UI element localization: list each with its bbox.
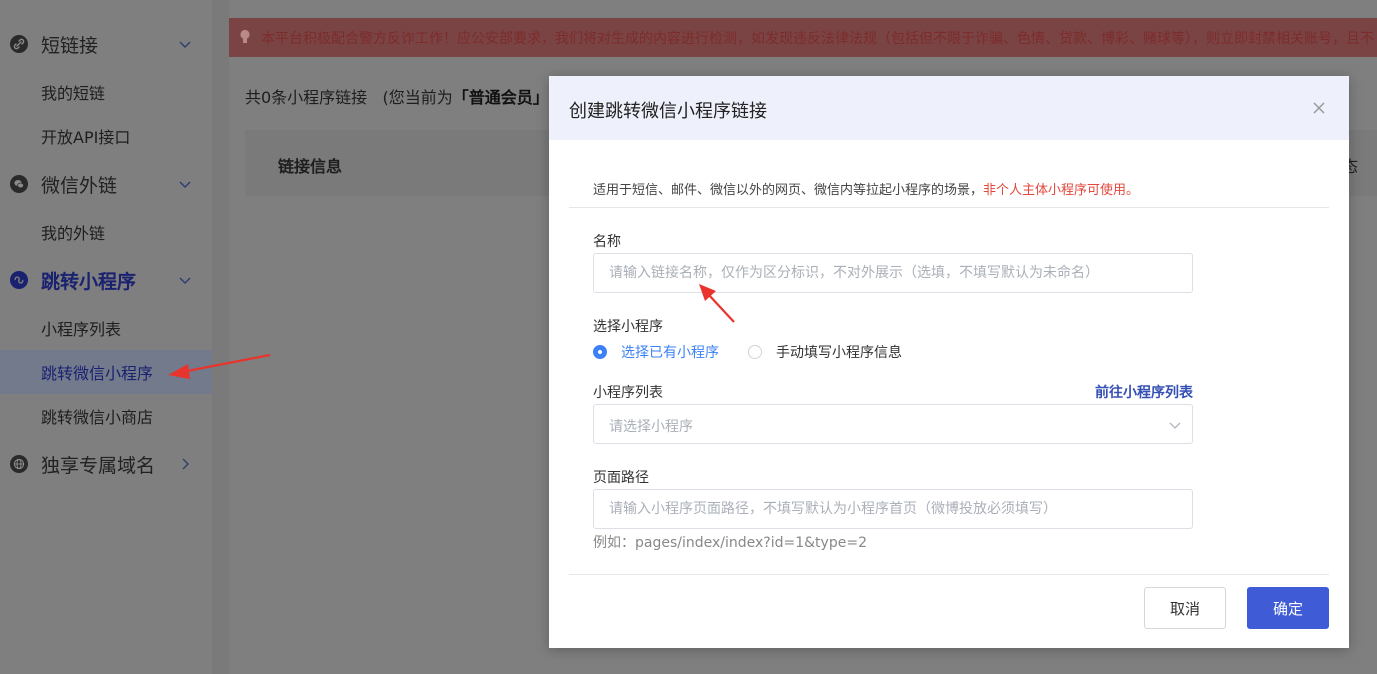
notice-text: 本平台积极配合警方反诈工作！应公安部要求，我们将对生成的内容进行检测，如发现违反…	[261, 30, 1374, 47]
sidebar-item-label: 开放API接口	[41, 128, 131, 147]
menu-group-wechat-link[interactable]: 微信外链	[0, 162, 212, 206]
description-text: 适用于短信、邮件、微信以外的网页、微信内等拉起小程序的场景，	[593, 183, 984, 198]
page-path-hint: 例如：pages/index/index?id=1&type=2	[593, 535, 867, 551]
menu-group-label: 微信外链	[41, 174, 118, 197]
divider	[569, 574, 1329, 575]
radio-dot	[593, 345, 607, 359]
radio-label: 选择已有小程序	[621, 345, 719, 361]
go-to-miniprogram-list-link[interactable]: 前往小程序列表	[1095, 382, 1193, 402]
dialog-header: 创建跳转微信小程序链接	[549, 76, 1349, 140]
create-miniprogram-link-dialog: 创建跳转微信小程序链接 适用于短信、邮件、微信以外的网页、微信内等拉起小程序的场…	[549, 76, 1349, 648]
link-icon	[10, 35, 28, 53]
confirm-button[interactable]: 确定	[1247, 587, 1329, 629]
sidebar-item-my-wechat-links[interactable]: 我的外链	[0, 210, 212, 254]
sidebar-divider	[212, 0, 229, 674]
column-header-link-info: 链接信息	[278, 157, 343, 176]
menu-group-label: 短链接	[41, 34, 99, 57]
radio-label: 手动填写小程序信息	[776, 345, 902, 361]
link-count: 共0条小程序链接	[245, 88, 368, 107]
radio-existing-miniprogram[interactable]: 选择已有小程序	[593, 342, 719, 362]
sidebar-item-jump-wechat-miniprogram[interactable]: 跳转微信小程序	[0, 350, 212, 394]
member-level: 「普通会员」	[452, 88, 549, 107]
divider	[569, 207, 1329, 208]
sidebar: 短链接 我的短链 开放API接口 微信外链 我的外链 跳转小程序 小程序列表 跳…	[0, 0, 212, 674]
chevron-down-icon	[179, 181, 191, 188]
miniprogram-icon	[10, 271, 28, 289]
page-path-input-wrapper	[593, 489, 1193, 529]
radio-manual-miniprogram[interactable]: 手动填写小程序信息	[748, 342, 902, 362]
page-path-input[interactable]	[594, 490, 1192, 528]
menu-group-short-link[interactable]: 短链接	[0, 22, 212, 66]
sidebar-item-label: 小程序列表	[41, 320, 122, 339]
name-input-wrapper	[593, 253, 1193, 293]
name-input[interactable]	[594, 254, 1192, 292]
chevron-right-icon	[182, 458, 189, 470]
menu-group-label: 独享专属域名	[41, 454, 156, 477]
description-warning: 非个人主体小程序可使用。	[983, 183, 1140, 198]
wechat-icon	[10, 175, 28, 193]
notice-banner: 本平台积极配合警方反诈工作！应公安部要求，我们将对生成的内容进行检测，如发现违反…	[229, 18, 1377, 57]
chevron-down-icon	[179, 277, 191, 284]
menu-group-custom-domain[interactable]: 独享专属域名	[0, 442, 212, 486]
dialog-title: 创建跳转微信小程序链接	[569, 101, 767, 122]
sidebar-item-label: 跳转微信小程序	[41, 364, 154, 383]
radio-dot	[748, 345, 762, 359]
miniprogram-select[interactable]: 请选择小程序	[593, 404, 1193, 444]
select-placeholder: 请选择小程序	[609, 419, 693, 435]
sidebar-item-miniprogram-list[interactable]: 小程序列表	[0, 306, 212, 350]
sidebar-item-my-short-links[interactable]: 我的短链	[0, 70, 212, 114]
menu-group-miniprogram[interactable]: 跳转小程序	[0, 258, 212, 302]
menu-group-label: 跳转小程序	[41, 270, 137, 293]
lightbulb-icon	[240, 29, 250, 43]
chevron-down-icon	[1169, 422, 1181, 429]
close-icon[interactable]	[1311, 100, 1327, 116]
sidebar-item-jump-wechat-shop[interactable]: 跳转微信小商店	[0, 394, 212, 438]
chevron-down-icon	[179, 41, 191, 48]
page-path-label: 页面路径	[593, 470, 649, 486]
member-prefix: (您当前为	[382, 88, 453, 107]
link-count-summary: 共0条小程序链接 (您当前为「普通会员」	[245, 84, 549, 108]
cancel-button[interactable]: 取消	[1144, 587, 1226, 629]
dialog-description: 适用于短信、邮件、微信以外的网页、微信内等拉起小程序的场景，非个人主体小程序可使…	[593, 179, 1139, 198]
globe-icon	[10, 455, 28, 473]
sidebar-item-label: 我的短链	[41, 84, 106, 103]
name-label: 名称	[593, 234, 621, 250]
select-miniprogram-label: 选择小程序	[593, 319, 663, 335]
sidebar-item-label: 我的外链	[41, 224, 106, 243]
sidebar-item-label: 跳转微信小商店	[41, 408, 154, 427]
sidebar-item-open-api[interactable]: 开放API接口	[0, 114, 212, 158]
miniprogram-list-label: 小程序列表	[593, 385, 663, 401]
